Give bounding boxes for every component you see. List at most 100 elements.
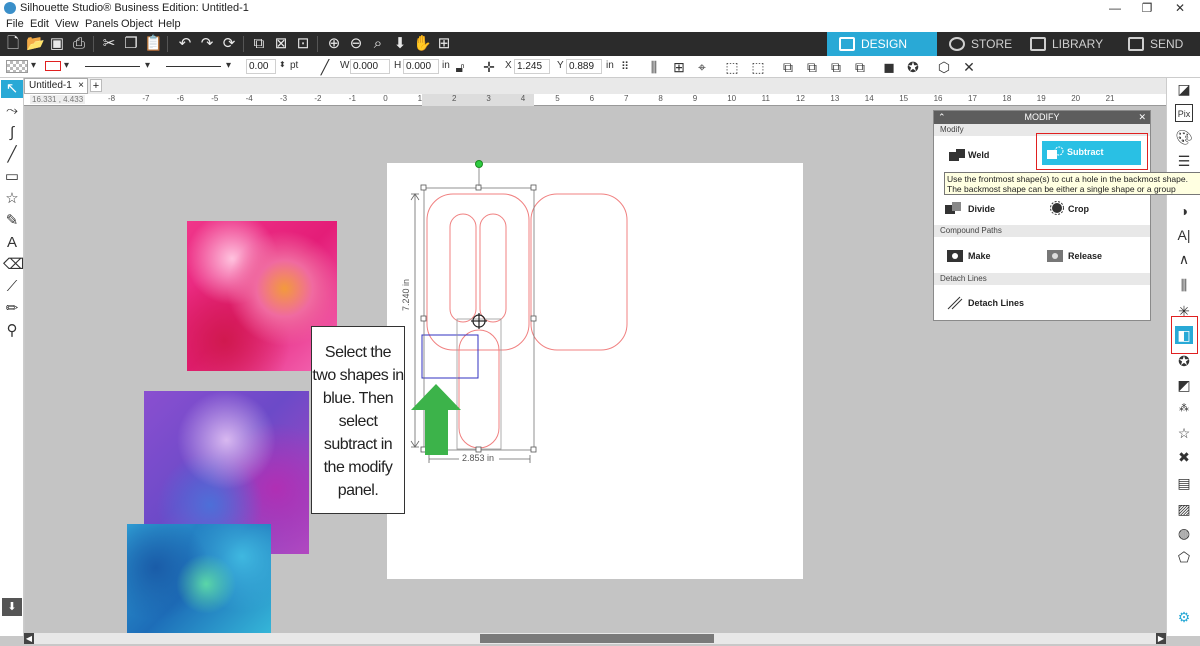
zoom-fit-icon[interactable]: ⌕ <box>369 35 387 53</box>
menu-edit[interactable]: Edit <box>30 18 49 30</box>
eraser-icon[interactable]: ⌫ <box>3 256 24 274</box>
menu-panels[interactable]: Panels <box>85 18 119 30</box>
star-panel-icon[interactable]: ☆ <box>1175 424 1193 442</box>
release-compound-button[interactable]: Release <box>1046 249 1136 265</box>
menu-file[interactable]: File <box>6 18 24 30</box>
fill-icon[interactable]: ◑ <box>1175 202 1193 220</box>
anchor-grid-icon[interactable]: ⠿ <box>616 58 634 76</box>
palette-icon[interactable]: 🎨︎ <box>1175 128 1193 146</box>
page-fit-icon[interactable]: ⊞ <box>435 35 453 53</box>
line-style-preview[interactable] <box>85 66 140 67</box>
move-down-icon[interactable]: ⬇ <box>391 35 409 53</box>
close-window-button[interactable]: ✕ <box>1165 0 1195 17</box>
line-icon[interactable]: ╱ <box>3 146 21 164</box>
align-icon[interactable]: ⫼ <box>645 58 663 76</box>
tab-library[interactable]: LIBRARY <box>1018 32 1118 56</box>
font-icon[interactable]: A| <box>1175 226 1193 244</box>
line-color-dropdown-icon[interactable]: ▾ <box>64 60 69 71</box>
copy-icon[interactable]: ❐ <box>122 35 140 53</box>
lock-aspect-icon[interactable]: 🔓︎ <box>451 58 469 76</box>
group-icon[interactable]: ⧉ <box>250 35 268 53</box>
divide-button[interactable]: Divide <box>944 201 1024 217</box>
align-panel-icon[interactable]: ⫼ <box>1175 276 1193 294</box>
subtract-button[interactable]: Subtract <box>1042 141 1141 165</box>
maximize-button[interactable]: ❐ <box>1132 0 1162 17</box>
modify-icon[interactable]: ◧ <box>1175 326 1193 344</box>
fill-swatch[interactable] <box>6 60 28 73</box>
pan-hand-icon[interactable]: ✋ <box>413 35 432 53</box>
center-icon[interactable]: ⊞ <box>670 58 688 76</box>
pixscan-icon[interactable]: Pix <box>1175 104 1193 122</box>
line-join-preview[interactable] <box>166 66 221 67</box>
line-style-dropdown-icon[interactable]: ▾ <box>145 60 150 71</box>
sketch-icon[interactable]: ∧ <box>1175 250 1193 268</box>
save-icon[interactable]: ▣ <box>48 35 66 53</box>
pencil-icon[interactable]: ✏ <box>3 300 21 318</box>
knife-icon[interactable]: ⟋ <box>3 278 21 296</box>
refresh-icon[interactable]: ⟳ <box>220 35 238 53</box>
ungroup-icon[interactable]: ⊠ <box>272 35 290 53</box>
paste-icon[interactable]: 📋 <box>144 35 163 53</box>
doc-tab-close-icon[interactable]: × <box>78 79 84 93</box>
print-cut-icon[interactable]: ◍ <box>1175 524 1193 542</box>
trace-icon[interactable]: ◩ <box>1175 376 1193 394</box>
star-shape-icon[interactable]: ✪ <box>904 58 922 76</box>
crop-button[interactable]: Crop <box>1048 201 1128 217</box>
edit-points-icon[interactable]: ⤳ <box>3 102 21 120</box>
transform-icon[interactable]: ✖ <box>1175 448 1193 466</box>
menu-help[interactable]: Help <box>158 18 181 30</box>
offset-icon[interactable]: ✪ <box>1175 352 1193 370</box>
send-back-icon[interactable]: ⧉ <box>803 58 821 76</box>
y-position-input[interactable]: 0.889 <box>566 59 602 74</box>
tab-store[interactable]: STORE <box>937 32 1027 56</box>
bring-front-icon[interactable]: ⧉ <box>779 58 797 76</box>
x-position-input[interactable]: 1.245 <box>514 59 550 74</box>
stroke-stepper-icon[interactable]: ⬍ <box>279 60 286 69</box>
weld-button[interactable]: Weld <box>948 148 1028 164</box>
minimize-button[interactable]: — <box>1100 0 1130 17</box>
undo-icon[interactable]: ↶ <box>176 35 194 53</box>
delete-icon[interactable]: ✕ <box>960 58 978 76</box>
weld-shape-icon[interactable]: ◼ <box>880 58 898 76</box>
horizontal-scrollbar[interactable]: ◀ ▶ <box>24 633 1166 644</box>
horizontal-scroll-thumb[interactable] <box>480 634 714 643</box>
pointer-icon[interactable]: ↖ <box>1 80 23 98</box>
scroll-right-icon[interactable]: ▶ <box>1156 633 1166 644</box>
menu-object[interactable]: Object <box>121 18 153 30</box>
rectangle-icon[interactable]: ▭ <box>3 168 21 186</box>
panel-close-icon[interactable]: ✕ <box>1138 111 1146 124</box>
download-icon[interactable]: ⬇ <box>2 598 22 616</box>
eyedropper-icon[interactable]: ⚲ <box>3 322 21 340</box>
tab-untitled-1[interactable]: Untitled-1 × <box>24 78 88 94</box>
library-panel-icon[interactable]: ⬠ <box>1175 548 1193 566</box>
tab-send[interactable]: SEND <box>1116 32 1200 56</box>
star-icon[interactable]: ☆ <box>3 190 21 208</box>
scroll-left-icon[interactable]: ◀ <box>24 633 34 644</box>
tab-design[interactable]: DESIGN <box>827 32 937 56</box>
modify-panel-header[interactable]: ⌃ MODIFY ✕ <box>934 111 1150 124</box>
line-join-dropdown-icon[interactable]: ▾ <box>226 60 231 71</box>
redo-icon[interactable]: ↷ <box>198 35 216 53</box>
open-icon[interactable]: 📂 <box>26 35 45 53</box>
width-input[interactable]: 0.000 <box>350 59 390 74</box>
3d-box-icon[interactable]: ⬡ <box>935 58 953 76</box>
crop-frame-icon[interactable]: ⬚ <box>723 58 741 76</box>
text-icon[interactable]: A <box>3 234 21 252</box>
detach-lines-button[interactable]: Detach Lines <box>946 295 1056 313</box>
select-all-icon[interactable]: ⊡ <box>294 35 312 53</box>
lines-icon[interactable]: ☰ <box>1175 152 1193 170</box>
add-tab-button[interactable]: + <box>90 79 102 92</box>
bring-forward-icon[interactable]: ⧉ <box>827 58 845 76</box>
make-compound-button[interactable]: Make <box>946 249 1026 265</box>
height-input[interactable]: 0.000 <box>403 59 439 74</box>
emboss-icon[interactable]: ▨ <box>1175 500 1193 518</box>
send-backward-icon[interactable]: ⧉ <box>851 58 869 76</box>
new-doc-icon[interactable]: 🗋 <box>4 35 22 53</box>
curve-icon[interactable]: ∫ <box>3 124 21 142</box>
rhinestone-icon[interactable]: ⁂ <box>1175 400 1193 418</box>
collapse-chevron-icon[interactable]: ⌃ <box>938 111 946 124</box>
pen-icon[interactable]: ✎ <box>3 212 21 230</box>
bounding-icon[interactable]: ⬚ <box>749 58 767 76</box>
layers-icon[interactable]: ▤ <box>1175 474 1193 492</box>
target-icon[interactable]: ⌖ <box>693 58 711 76</box>
